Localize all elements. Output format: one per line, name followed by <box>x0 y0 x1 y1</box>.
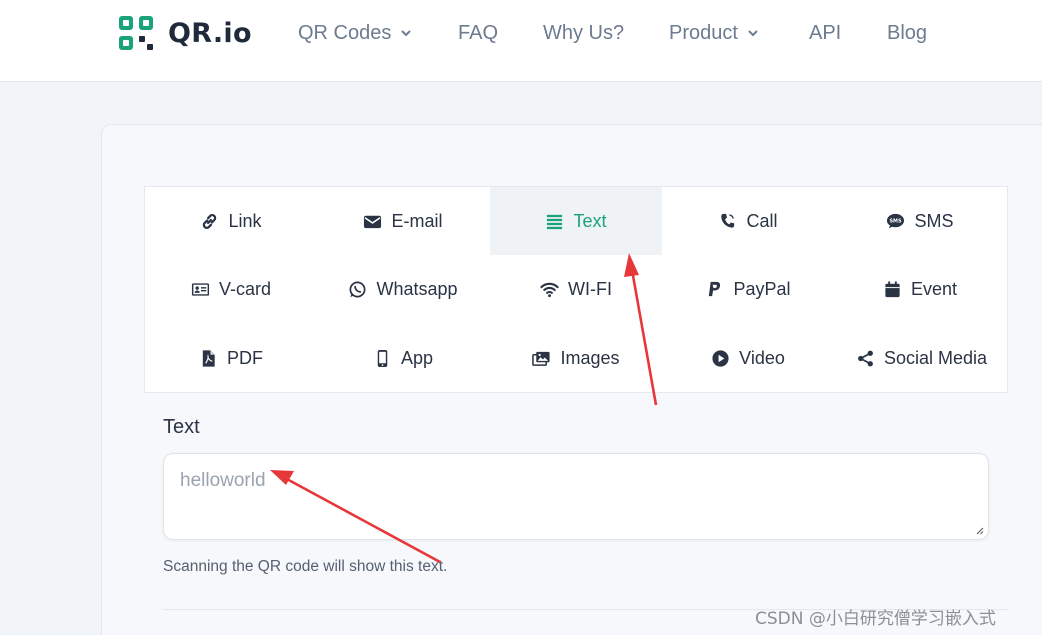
type-label: PayPal <box>733 278 791 299</box>
type-label: PDF <box>227 347 263 368</box>
type-tab-images[interactable]: Images <box>490 324 662 392</box>
type-tab-paypal[interactable]: PayPal <box>662 255 834 323</box>
images-icon <box>532 351 551 366</box>
logo[interactable]: QR.io <box>118 15 252 51</box>
type-label: Text <box>573 210 607 231</box>
nav-blog[interactable]: Blog <box>887 20 927 46</box>
sms-bubble-icon: SMS <box>887 213 905 228</box>
type-tab-event[interactable]: Event <box>834 255 1006 323</box>
type-label: Whatsapp <box>376 278 458 299</box>
chevron-down-icon <box>748 29 758 36</box>
type-tab-whatsapp[interactable]: Whatsapp <box>317 255 489 323</box>
text-help: Scanning the QR code will show this text… <box>163 558 448 575</box>
text-field-label: Text <box>163 416 200 438</box>
logo-text: QR.io <box>168 17 252 49</box>
nav-why-us[interactable]: Why Us? <box>543 20 624 46</box>
nav-label: Why Us? <box>543 21 625 44</box>
qr-logo-icon <box>119 16 153 50</box>
svg-text:SMS: SMS <box>890 218 902 224</box>
qr-type-selector: Link E-mail Text Call SMS SMS V-card Wha… <box>144 186 1008 393</box>
id-card-icon <box>191 282 210 296</box>
type-tab-email[interactable]: E-mail <box>317 187 489 255</box>
type-tab-vcard[interactable]: V-card <box>145 255 317 323</box>
type-label: Images <box>560 347 620 368</box>
text-input-value: helloworld <box>180 470 266 491</box>
type-tab-link[interactable]: Link <box>145 187 317 255</box>
type-tab-sms[interactable]: SMS SMS <box>834 187 1006 255</box>
nav-api[interactable]: API <box>809 20 841 46</box>
pdf-file-icon <box>202 349 215 367</box>
top-navbar: QR.io QR Codes FAQ Why Us? Product API B… <box>0 0 1042 82</box>
type-tab-wifi[interactable]: WI-FI <box>490 255 662 323</box>
phone-icon <box>721 213 735 228</box>
text-lines-icon <box>547 214 563 229</box>
type-tab-text[interactable]: Text <box>490 187 662 255</box>
play-circle-icon <box>712 349 729 367</box>
nav-label: Blog <box>887 21 928 44</box>
nav-qr-codes[interactable]: QR Codes <box>298 20 412 46</box>
paypal-icon <box>709 281 721 296</box>
type-label: E-mail <box>391 210 443 231</box>
nav-product[interactable]: Product <box>669 20 758 46</box>
nav-label: Product <box>669 21 738 44</box>
nav-faq[interactable]: FAQ <box>458 20 498 46</box>
nav-label: FAQ <box>458 21 499 44</box>
type-label: Link <box>228 210 262 231</box>
type-label: V-card <box>218 278 272 299</box>
envelope-icon <box>364 215 382 228</box>
type-label: Call <box>746 210 778 231</box>
watermark: CSDN @小白研究僧学习嵌入式 <box>755 609 996 629</box>
type-tab-social-media[interactable]: Social Media <box>834 324 1009 392</box>
nav-label: API <box>809 21 842 44</box>
whatsapp-icon <box>349 281 366 297</box>
type-tab-pdf[interactable]: PDF <box>145 324 317 392</box>
chevron-down-icon <box>401 29 412 36</box>
resize-grip-icon[interactable] <box>974 525 984 535</box>
type-label: Video <box>739 347 785 368</box>
type-tab-call[interactable]: Call <box>662 187 834 255</box>
text-input[interactable]: helloworld <box>163 453 989 540</box>
type-tab-app[interactable]: App <box>317 324 489 392</box>
link-icon <box>203 213 217 229</box>
type-label: Social Media <box>883 347 988 368</box>
type-tab-video[interactable]: Video <box>662 324 834 392</box>
mobile-icon <box>377 349 388 367</box>
type-label: SMS <box>914 210 954 231</box>
nav-label: QR Codes <box>298 21 392 44</box>
share-icon <box>858 350 873 366</box>
type-label: Event <box>910 278 958 299</box>
wifi-icon <box>540 282 559 297</box>
calendar-icon <box>885 280 900 297</box>
type-label: WI-FI <box>568 278 612 299</box>
type-label: App <box>400 347 434 368</box>
